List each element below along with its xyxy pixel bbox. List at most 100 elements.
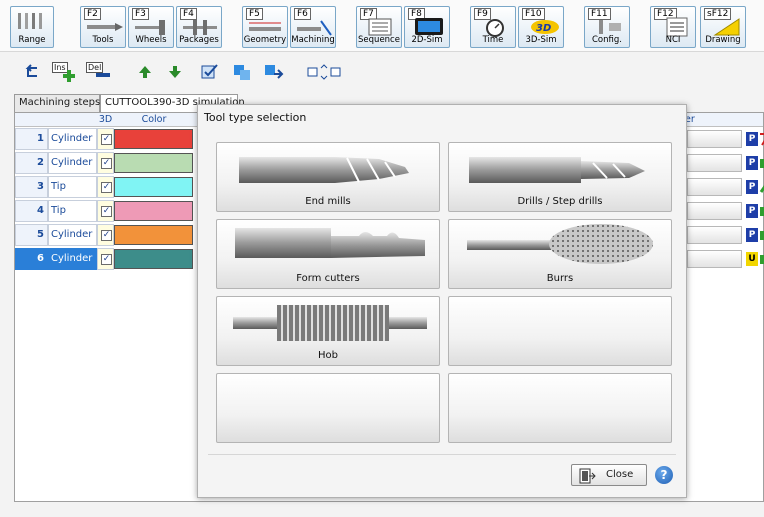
row-action-button[interactable] xyxy=(687,226,742,244)
table-row[interactable]: 2 Cylinder ✓ xyxy=(15,152,211,174)
row-action-button[interactable] xyxy=(687,178,742,196)
empty-tile[interactable] xyxy=(448,296,672,366)
close-button[interactable]: Close xyxy=(571,464,647,486)
exit-door-icon xyxy=(579,468,596,484)
toggle-view-icon[interactable] xyxy=(306,62,346,82)
table-row[interactable]: 3 Tip ✓ xyxy=(15,176,211,198)
edit-green-icon[interactable] xyxy=(759,180,764,194)
row-action-button[interactable] xyxy=(687,154,742,172)
dialog-divider xyxy=(208,454,676,455)
color-swatch[interactable] xyxy=(114,129,193,149)
help-icon[interactable]: ? xyxy=(655,466,673,484)
form-cutter-icon xyxy=(235,228,425,258)
3d-checkbox[interactable]: ✓ xyxy=(101,158,112,169)
packages-button[interactable]: F4 Packages xyxy=(176,6,222,48)
table-row[interactable]: 4 Tip ✓ xyxy=(15,200,211,222)
package-icon xyxy=(183,20,217,35)
sequence-button[interactable]: F7 Sequence xyxy=(356,6,402,48)
3d-icon: 3D xyxy=(531,20,559,34)
range-button[interactable]: Range xyxy=(10,6,54,48)
minus-icon xyxy=(96,73,110,77)
param-icon[interactable]: P xyxy=(746,204,758,218)
nci-button[interactable]: F12 NCI xyxy=(650,6,696,48)
move-up-icon[interactable] xyxy=(135,62,155,82)
edit-toolbar: Ins Del xyxy=(0,56,764,88)
hob-tile[interactable]: Hob xyxy=(216,296,440,366)
geometry-button[interactable]: F5 Geometry xyxy=(242,6,288,48)
machining-button[interactable]: F6 Machining xyxy=(290,6,336,48)
end-mill-icon xyxy=(239,157,409,183)
app-window: Range F2 Tools F3 Wheels F4 Packages F5 … xyxy=(0,0,764,517)
table-row[interactable]: 1 Cylinder ✓ xyxy=(15,128,211,150)
burrs-tile[interactable]: Burrs xyxy=(448,219,672,289)
edit-green-icon[interactable] xyxy=(759,228,764,242)
table-row-selected[interactable]: 6 Cylinder ✓ xyxy=(15,248,211,270)
move-down-icon[interactable] xyxy=(165,62,185,82)
main-toolbar: Range F2 Tools F3 Wheels F4 Packages F5 … xyxy=(0,0,764,52)
plus-green-icon xyxy=(63,70,75,82)
form-cutters-tile[interactable]: Form cutters xyxy=(216,219,440,289)
swap-icon[interactable] xyxy=(264,62,284,82)
3d-checkbox[interactable]: ✓ xyxy=(101,134,112,145)
tool-type-dialog: Tool type selection End mills Drills / S… xyxy=(197,104,687,498)
check-select-icon[interactable] xyxy=(200,62,220,82)
color-swatch[interactable] xyxy=(114,249,193,269)
tool-icon xyxy=(87,23,123,31)
end-mills-tile[interactable]: End mills xyxy=(216,142,440,212)
edit-green-icon[interactable] xyxy=(759,252,764,266)
config-button[interactable]: F11 Config. xyxy=(584,6,630,48)
table-row[interactable]: 5 Cylinder ✓ xyxy=(15,224,211,246)
drawing-icon xyxy=(713,18,740,36)
insert-row-button[interactable]: Ins xyxy=(52,62,78,82)
grid-header-blank xyxy=(15,113,97,127)
row-action-button[interactable] xyxy=(687,250,742,268)
empty-tile[interactable] xyxy=(216,373,440,443)
edit-green-icon[interactable] xyxy=(759,156,764,170)
3d-checkbox[interactable]: ✓ xyxy=(101,182,112,193)
param-icon[interactable]: P xyxy=(746,180,758,194)
3d-checkbox[interactable]: ✓ xyxy=(101,254,112,265)
3d-checkbox[interactable]: ✓ xyxy=(101,206,112,217)
machining-icon xyxy=(297,20,332,36)
edit-green-icon[interactable] xyxy=(759,204,764,218)
wheel-icon xyxy=(135,20,165,35)
svg-text:3D: 3D xyxy=(536,23,551,34)
3d-checkbox[interactable]: ✓ xyxy=(101,230,112,241)
user-icon[interactable]: U xyxy=(746,252,758,266)
drill-icon xyxy=(469,157,645,183)
burr-icon xyxy=(467,224,653,264)
sequence-icon xyxy=(368,18,392,36)
row-action-button[interactable] xyxy=(687,130,742,148)
hob-icon xyxy=(233,305,427,341)
color-swatch[interactable] xyxy=(114,153,193,173)
empty-tile[interactable] xyxy=(448,373,672,443)
grid-header-3d: 3D xyxy=(97,113,114,127)
edit-red-icon[interactable] xyxy=(759,132,764,146)
monitor-icon xyxy=(415,18,443,35)
wheels-button[interactable]: F3 Wheels xyxy=(128,6,174,48)
range-icon xyxy=(18,13,42,29)
color-swatch[interactable] xyxy=(114,177,193,197)
undo-icon[interactable] xyxy=(22,62,42,82)
3d-sim-button[interactable]: F10 3D 3D-Sim xyxy=(518,6,564,48)
row-action-button[interactable] xyxy=(687,202,742,220)
drawing-button[interactable]: sF12 Drawing xyxy=(700,6,746,48)
delete-row-button[interactable]: Del xyxy=(86,62,112,82)
tab-machining-steps[interactable]: Machining steps xyxy=(14,94,100,112)
dialog-title: Tool type selection xyxy=(204,111,307,124)
config-icon xyxy=(599,20,621,34)
tools-button[interactable]: F2 Tools xyxy=(80,6,126,48)
nc-code-icon xyxy=(666,17,688,37)
color-swatch[interactable] xyxy=(114,201,193,221)
copy-icon[interactable] xyxy=(232,62,252,82)
param-icon[interactable]: P xyxy=(746,156,758,170)
drills-tile[interactable]: Drills / Step drills xyxy=(448,142,672,212)
time-button[interactable]: F9 Time xyxy=(470,6,516,48)
stopwatch-icon xyxy=(486,19,504,37)
color-swatch[interactable] xyxy=(114,225,193,245)
param-icon[interactable]: P xyxy=(746,132,758,146)
2d-sim-button[interactable]: F8 2D-Sim xyxy=(404,6,450,48)
param-icon[interactable]: P xyxy=(746,228,758,242)
grid-header-color: Color xyxy=(114,113,194,127)
geometry-icon xyxy=(249,22,281,31)
